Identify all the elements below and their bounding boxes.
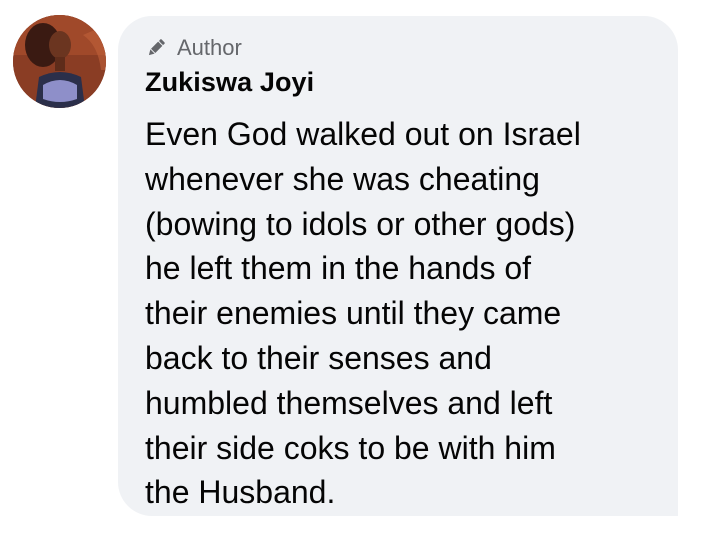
- author-badge: Author: [145, 34, 242, 62]
- comment-text-line: back to their senses and: [145, 339, 492, 376]
- comment-text-line: the Husband.: [145, 474, 336, 511]
- comment-text-line: their enemies until they came: [145, 295, 562, 332]
- comment-text: Even God walked out on Israel whenever s…: [145, 112, 660, 515]
- comment-text-line: (bowing to idols or other gods): [145, 205, 576, 242]
- pencil-icon: [148, 39, 165, 56]
- comment-text-line: he left them in the hands of: [145, 250, 532, 287]
- comment-text-line: whenever she was cheating: [145, 160, 540, 197]
- comment-text-line: their side coks to be with him: [145, 429, 556, 466]
- author-badge-label: Author: [177, 35, 242, 60]
- comment-text-line: humbled themselves and left: [145, 384, 553, 421]
- commenter-name[interactable]: Zukiswa Joyi: [145, 67, 314, 98]
- profile-photo: [13, 15, 106, 108]
- avatar[interactable]: [13, 15, 106, 108]
- comment-text-line: Even God walked out on Israel: [145, 116, 581, 152]
